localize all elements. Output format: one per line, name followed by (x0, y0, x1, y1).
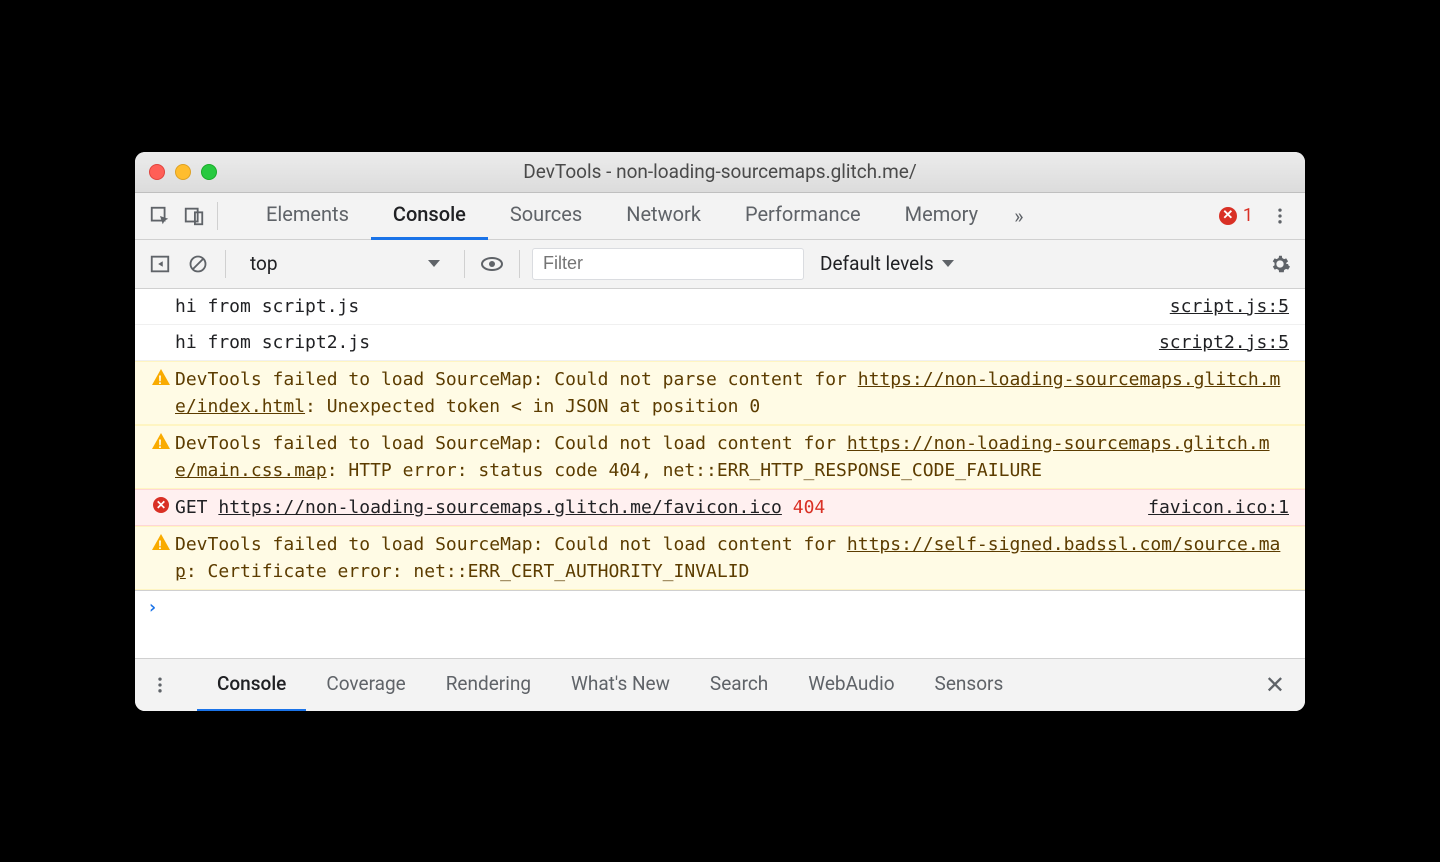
error-count: 1 (1243, 205, 1253, 226)
drawer-tab-rendering[interactable]: Rendering (426, 657, 551, 711)
source-link[interactable]: script.js:5 (1154, 293, 1289, 320)
warning-icon (152, 433, 170, 449)
close-drawer-icon[interactable]: ✕ (1255, 671, 1295, 699)
prompt-chevron-icon: › (147, 597, 158, 618)
console-message: GET https://non-loading-sourcemaps.glitc… (175, 494, 1132, 521)
console-message: DevTools failed to load SourceMap: Could… (175, 430, 1289, 484)
sourcemap-url-link[interactable]: https://non-loading-sourcemaps.glitch.me… (175, 433, 1270, 481)
error-icon: ✕ (1219, 207, 1237, 225)
live-expression-icon[interactable] (477, 249, 507, 279)
source-link[interactable]: favicon.ico:1 (1132, 494, 1289, 521)
drawer-tab-search[interactable]: Search (690, 657, 788, 711)
drawer-tab-console[interactable]: Console (197, 657, 306, 711)
console-message: DevTools failed to load SourceMap: Could… (175, 366, 1289, 420)
kebab-menu-icon[interactable] (1265, 201, 1295, 231)
log-levels-select[interactable]: Default levels (812, 252, 962, 275)
tab-performance[interactable]: Performance (723, 191, 883, 240)
console-output: hi from script.jsscript.js:5hi from scri… (135, 289, 1305, 591)
minimize-window-button[interactable] (175, 164, 191, 180)
console-log-row: hi from script2.jsscript2.js:5 (135, 325, 1305, 361)
main-tabstrip: ElementsConsoleSourcesNetworkPerformance… (135, 193, 1305, 240)
more-tabs-icon[interactable]: » (1004, 204, 1033, 228)
main-tabs: ElementsConsoleSourcesNetworkPerformance… (244, 193, 1000, 239)
chevron-down-icon (942, 260, 954, 267)
console-log-row: hi from script.jsscript.js:5 (135, 289, 1305, 325)
error-icon: ✕ (153, 497, 169, 513)
separator (464, 250, 465, 278)
console-toolbar: top Default levels (135, 240, 1305, 289)
console-message: DevTools failed to load SourceMap: Could… (175, 531, 1289, 585)
separator (519, 250, 520, 278)
devtools-window: DevTools - non-loading-sourcemaps.glitch… (135, 152, 1305, 711)
context-label: top (250, 252, 278, 275)
console-warn-row: DevTools failed to load SourceMap: Could… (135, 361, 1305, 425)
close-window-button[interactable] (149, 164, 165, 180)
separator (225, 250, 226, 278)
drawer-tab-webaudio[interactable]: WebAudio (788, 657, 914, 711)
drawer-kebab-icon[interactable] (145, 670, 175, 700)
console-message: hi from script.js (175, 293, 1154, 320)
drawer-tabs: ConsoleCoverageRenderingWhat's NewSearch… (197, 659, 1023, 711)
zoom-window-button[interactable] (201, 164, 217, 180)
tab-memory[interactable]: Memory (883, 191, 1000, 240)
filter-input[interactable] (532, 248, 804, 280)
drawer-tabstrip: ConsoleCoverageRenderingWhat's NewSearch… (135, 658, 1305, 711)
sourcemap-url-link[interactable]: https://non-loading-sourcemaps.glitch.me… (175, 369, 1280, 417)
error-count-badge[interactable]: ✕ 1 (1211, 205, 1261, 226)
execution-context-select[interactable]: top (238, 248, 452, 280)
drawer-tab-coverage[interactable]: Coverage (306, 657, 425, 711)
warning-icon (152, 369, 170, 385)
window-title: DevTools - non-loading-sourcemaps.glitch… (135, 160, 1305, 183)
source-link[interactable]: script2.js:5 (1143, 329, 1289, 356)
window-titlebar: DevTools - non-loading-sourcemaps.glitch… (135, 152, 1305, 193)
console-err-row: ✕ GET https://non-loading-sourcemaps.glit… (135, 489, 1305, 526)
tab-sources[interactable]: Sources (488, 191, 604, 240)
tab-elements[interactable]: Elements (244, 191, 371, 240)
inspect-element-icon[interactable] (145, 201, 175, 231)
console-warn-row: DevTools failed to load SourceMap: Could… (135, 425, 1305, 489)
device-toolbar-icon[interactable] (179, 201, 209, 231)
separator (217, 202, 218, 230)
console-message: hi from script2.js (175, 329, 1143, 356)
tab-network[interactable]: Network (604, 191, 723, 240)
toggle-sidebar-icon[interactable] (145, 249, 175, 279)
console-settings-icon[interactable] (1265, 249, 1295, 279)
tab-console[interactable]: Console (371, 191, 488, 240)
traffic-lights (149, 164, 217, 180)
warning-icon (152, 534, 170, 550)
console-warn-row: DevTools failed to load SourceMap: Could… (135, 526, 1305, 590)
levels-label: Default levels (820, 252, 934, 275)
clear-console-icon[interactable] (183, 249, 213, 279)
chevron-down-icon (428, 260, 440, 267)
drawer-tab-sensors[interactable]: Sensors (915, 657, 1024, 711)
drawer-tab-what-s-new[interactable]: What's New (551, 657, 690, 711)
error-url-link[interactable]: https://non-loading-sourcemaps.glitch.me… (218, 497, 782, 518)
console-prompt-row[interactable]: › (135, 591, 1305, 658)
sourcemap-url-link[interactable]: https://self-signed.badssl.com/source.ma… (175, 534, 1280, 582)
